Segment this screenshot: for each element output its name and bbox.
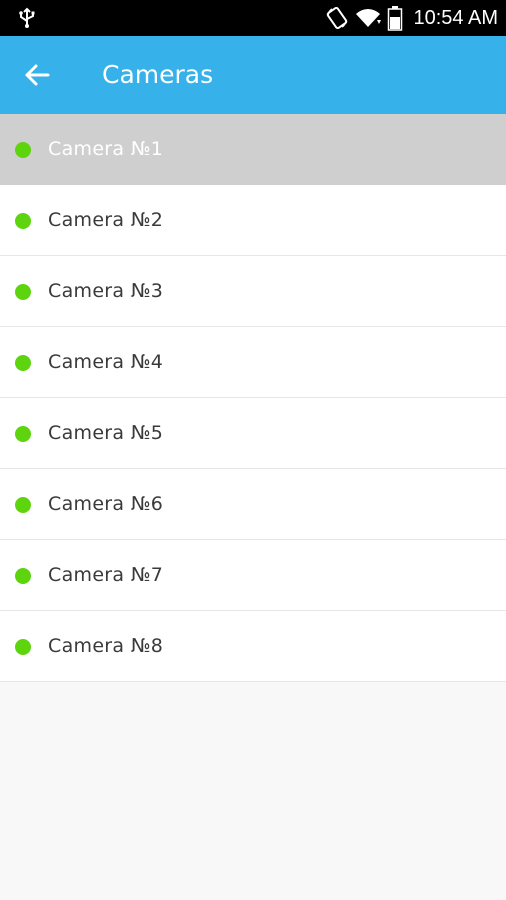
camera-label: Camera №5: [48, 422, 164, 444]
camera-list-item-2[interactable]: Camera №2: [0, 185, 506, 256]
wifi-icon: [356, 9, 382, 27]
camera-label: Camera №7: [48, 564, 164, 586]
screen-rotation-icon: [327, 6, 348, 30]
status-online-dot-icon: [15, 497, 31, 513]
camera-list: Camera №1 Camera №2 Camera №3 Camera №4 …: [0, 114, 506, 682]
status-bar: 10:54 AM: [0, 0, 506, 36]
camera-list-item-5[interactable]: Camera №5: [0, 398, 506, 469]
camera-list-item-4[interactable]: Camera №4: [0, 327, 506, 398]
status-online-dot-icon: [15, 142, 31, 158]
status-online-dot-icon: [15, 426, 31, 442]
status-online-dot-icon: [15, 355, 31, 371]
camera-list-item-3[interactable]: Camera №3: [0, 256, 506, 327]
status-online-dot-icon: [15, 213, 31, 229]
status-online-dot-icon: [15, 639, 31, 655]
camera-label: Camera №4: [48, 351, 164, 373]
camera-label: Camera №6: [48, 493, 164, 515]
arrow-left-icon[interactable]: [22, 60, 52, 90]
status-online-dot-icon: [15, 284, 31, 300]
camera-list-item-7[interactable]: Camera №7: [0, 540, 506, 611]
status-time: 10:54 AM: [413, 6, 498, 29]
camera-list-item-8[interactable]: Camera №8: [0, 611, 506, 682]
camera-label: Camera №2: [48, 209, 164, 231]
camera-list-item-1[interactable]: Camera №1: [0, 114, 506, 185]
battery-icon: [388, 6, 403, 31]
camera-label: Camera №8: [48, 635, 164, 657]
camera-label: Camera №3: [48, 280, 164, 302]
usb-icon: [19, 7, 35, 28]
camera-list-item-6[interactable]: Camera №6: [0, 469, 506, 540]
status-online-dot-icon: [15, 568, 31, 584]
camera-label: Camera №1: [48, 138, 164, 160]
app-bar: Cameras: [0, 36, 506, 114]
page-title: Cameras: [102, 60, 214, 89]
